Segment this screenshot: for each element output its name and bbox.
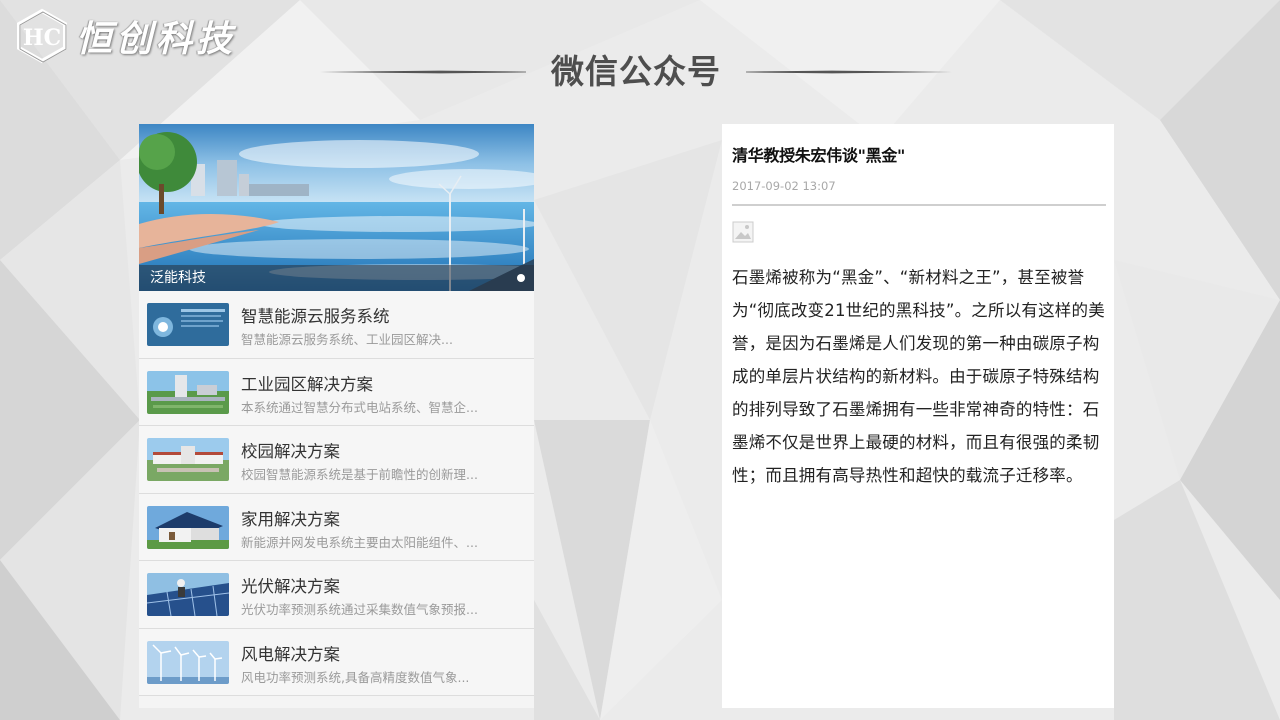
dashboard-thumbnail: [147, 303, 229, 346]
hc-logo-icon: HC: [17, 8, 67, 64]
list-item-title: 光伏解决方案: [241, 577, 340, 596]
wechat-menu-panel: 泛能科技 智慧能源云服务系统 智慧能源云服务系统、工业园区解决... 工业园区解…: [139, 124, 534, 708]
list-item-title: 家用解决方案: [241, 509, 340, 529]
brand-name: 恒创科技: [76, 18, 237, 60]
list-item[interactable]: 工业园区解决方案 本系统通过智慧分布式电站系统、智慧企...: [139, 358, 534, 426]
page-header: 微信公众号: [320, 48, 952, 96]
article-body: 石墨烯被称为“黑金”、“新材料之王”，甚至被誉为“彻底改变21世纪的黑科技”。之…: [732, 268, 1105, 485]
solar-panel-thumbnail: [147, 573, 229, 616]
carousel-indicator[interactable]: [517, 274, 525, 282]
list-item[interactable]: 光伏解决方案 光伏功率预测系统通过采集数值气象预报...: [139, 561, 534, 629]
solution-list: 智慧能源云服务系统 智慧能源云服务系统、工业园区解决... 工业园区解决方案 本…: [139, 291, 534, 696]
list-item[interactable]: 智慧能源云服务系统 智慧能源云服务系统、工业园区解决...: [139, 291, 534, 359]
list-item-desc: 风电功率预测系统,具备高精度数值气象...: [241, 669, 470, 685]
campus-thumbnail: [147, 438, 229, 481]
banner-caption: 泛能科技: [139, 265, 534, 291]
list-item-desc: 本系统通过智慧分布式电站系统、智慧企...: [241, 399, 478, 415]
logo-mark: HC: [23, 25, 61, 51]
broken-image-icon: [732, 221, 754, 243]
wind-turbine-thumbnail: [147, 640, 229, 684]
list-item-desc: 光伏功率预测系统通过采集数值气象预报...: [241, 602, 478, 617]
list-item-title: 智慧能源云服务系统: [241, 307, 390, 326]
list-item-title: 风电解决方案: [241, 644, 340, 664]
brand-logo: HC 恒创科技: [14, 6, 236, 66]
brush-divider-left: [320, 70, 526, 74]
industrial-park-thumbnail: [147, 370, 229, 414]
list-item-desc: 校园智慧能源系统是基于前瞻性的创新理...: [241, 467, 478, 482]
article-date: 2017-09-02 13:07: [732, 179, 836, 193]
list-item[interactable]: 风电解决方案 风电功率预测系统,具备高精度数值气象...: [139, 628, 534, 696]
list-item[interactable]: 校园解决方案 校园智慧能源系统是基于前瞻性的创新理...: [139, 426, 534, 494]
list-item-title: 工业园区解决方案: [241, 374, 373, 394]
article-title: 清华教授朱宏伟谈"黑金": [732, 146, 906, 165]
hero-banner[interactable]: 泛能科技: [139, 124, 534, 291]
house-solar-thumbnail: [147, 505, 229, 549]
article-panel: 清华教授朱宏伟谈"黑金" 2017-09-02 13:07 石墨烯被称为“黑金”…: [722, 124, 1114, 708]
list-item[interactable]: 家用解决方案 新能源并网发电系统主要由太阳能组件、...: [139, 493, 534, 561]
article-divider: [732, 204, 1106, 206]
list-item-desc: 智慧能源云服务系统、工业园区解决...: [241, 332, 453, 347]
list-item-desc: 新能源并网发电系统主要由太阳能组件、...: [241, 534, 478, 550]
list-item-title: 校园解决方案: [241, 442, 340, 461]
page-title: 微信公众号: [551, 52, 721, 91]
brush-divider-right: [746, 70, 952, 74]
